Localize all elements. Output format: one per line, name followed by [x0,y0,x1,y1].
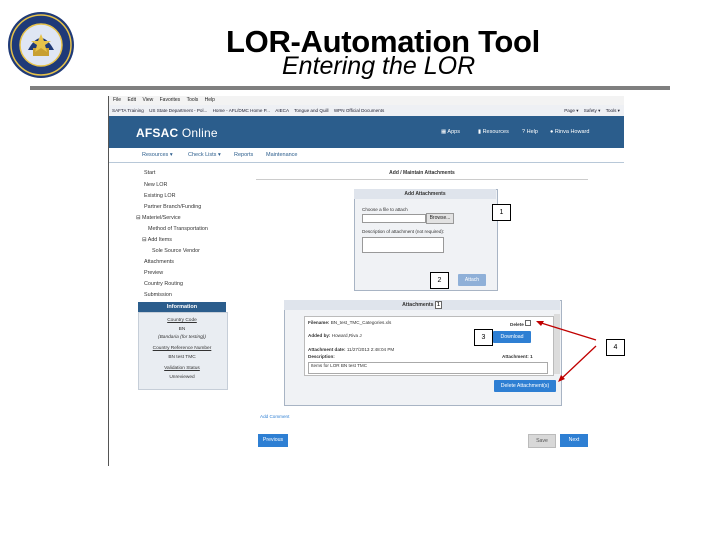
arrow-to-delete-checkbox [537,321,597,341]
callout-4: 4 [606,339,625,356]
callout-3: 3 [474,329,493,346]
callout-1: 1 [492,204,511,221]
callout-2: 2 [430,272,449,289]
callout-arrows [536,321,597,382]
arrow-to-delete-button [559,345,597,381]
